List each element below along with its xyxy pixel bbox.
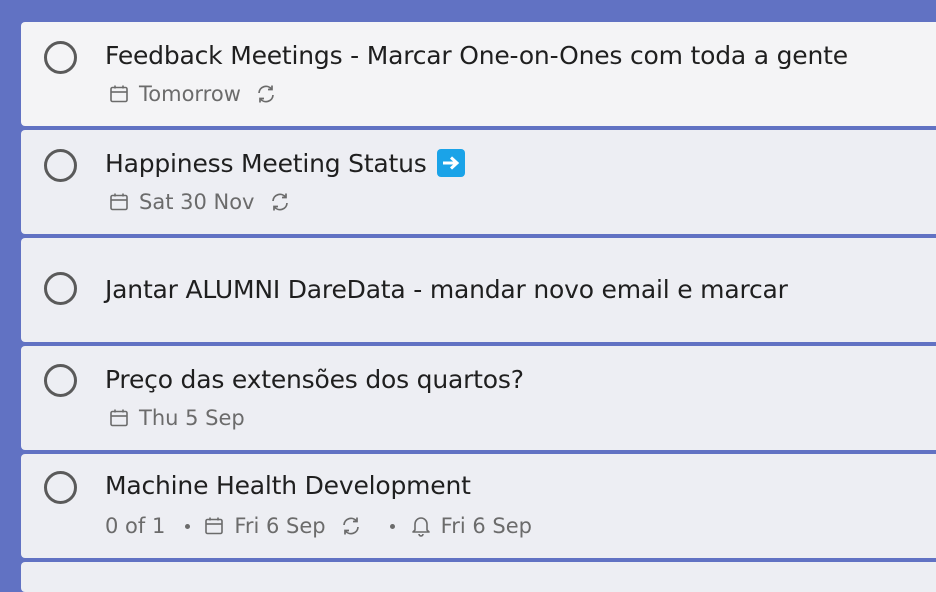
separator-dot [185,523,191,529]
due-date: Sat 30 Nov [139,190,255,214]
complete-checkbox[interactable] [44,471,77,504]
separator-dot [389,523,395,529]
task-item[interactable]: Jantar ALUMNI DareData - mandar novo ema… [21,238,936,342]
task-item[interactable] [21,562,936,592]
task-meta: 0 of 1 Fri 6 Sep Fri 6 Sep [105,511,532,541]
steps-count: 0 of 1 [105,514,166,538]
due-date: Thu 5 Sep [139,406,245,430]
calendar-icon [204,516,224,536]
reminder-date: Fri 6 Sep [440,514,532,538]
task-title-row[interactable]: Happiness Meeting Status [105,148,465,180]
calendar-icon [109,192,129,212]
repeat-icon [340,515,362,537]
task-title[interactable]: Preço das extensões dos quartos? [105,364,524,396]
task-item[interactable]: Feedback Meetings - Marcar One-on-Ones c… [21,22,936,126]
due-date: Tomorrow [139,82,241,106]
task-title[interactable]: Jantar ALUMNI DareData - mandar novo ema… [105,274,788,306]
task-meta: Tomorrow [105,79,277,109]
task-title: Happiness Meeting Status [105,149,427,178]
task-list: Feedback Meetings - Marcar One-on-Ones c… [21,0,936,592]
task-item[interactable]: Preço das extensões dos quartos? Thu 5 S… [21,346,936,450]
calendar-icon [109,84,129,104]
task-item[interactable]: Happiness Meeting Status Sat 30 Nov [21,130,936,234]
complete-checkbox[interactable] [44,364,77,397]
task-title[interactable]: Machine Health Development [105,470,471,502]
task-meta: Thu 5 Sep [105,403,245,433]
task-meta: Sat 30 Nov [105,187,291,217]
calendar-icon [109,408,129,428]
bell-icon [411,515,431,537]
complete-checkbox[interactable] [44,149,77,182]
repeat-icon [269,191,291,213]
complete-checkbox[interactable] [44,41,77,74]
repeat-icon [255,83,277,105]
due-date: Fri 6 Sep [234,514,326,538]
complete-checkbox[interactable] [44,272,77,305]
task-title[interactable]: Feedback Meetings - Marcar One-on-Ones c… [105,40,848,72]
arrow-right-icon [436,149,465,177]
task-item[interactable]: Machine Health Development 0 of 1 Fri 6 … [21,454,936,558]
